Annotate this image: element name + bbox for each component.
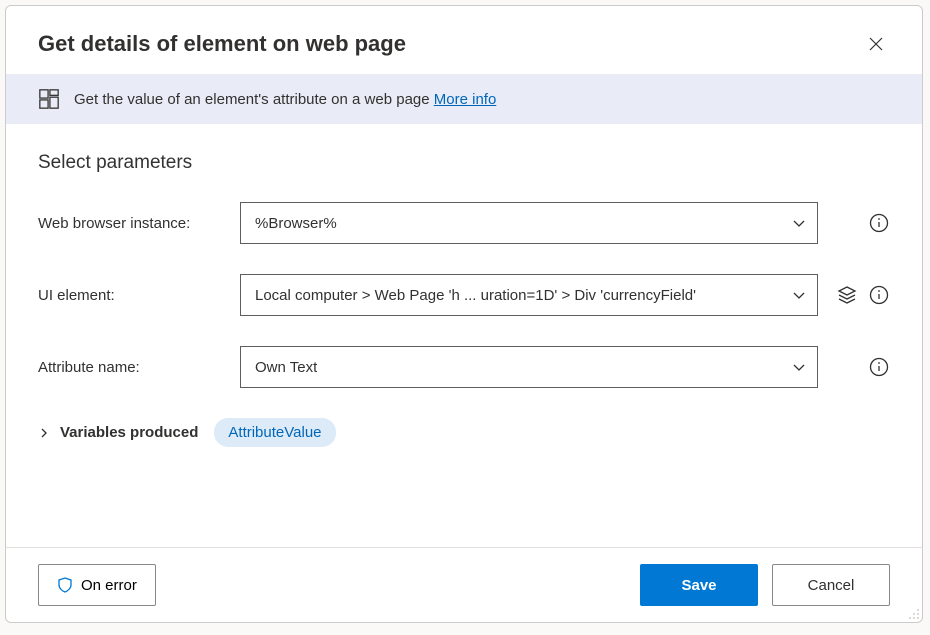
- footer-right: Save Cancel: [640, 564, 890, 606]
- web-browser-instance-info-button[interactable]: [868, 212, 890, 234]
- dialog-body: Select parameters Web browser instance: …: [6, 124, 922, 547]
- shield-icon: [57, 577, 73, 593]
- ui-element-value: Local computer > Web Page 'h ... uration…: [255, 287, 696, 304]
- variables-produced-label: Variables produced: [60, 424, 198, 441]
- chevron-down-icon: [791, 359, 807, 375]
- trail-icons: [828, 356, 890, 378]
- layers-icon: [837, 285, 857, 305]
- banner-text: Get the value of an element's attribute …: [74, 91, 496, 108]
- web-browser-instance-control-wrap: %Browser%: [240, 202, 890, 244]
- info-icon: [869, 357, 889, 377]
- close-icon: [868, 36, 884, 52]
- banner-text-content: Get the value of an element's attribute …: [74, 91, 430, 108]
- chevron-down-icon: [791, 287, 807, 303]
- web-element-icon: [38, 88, 60, 110]
- web-browser-instance-select[interactable]: %Browser%: [240, 202, 818, 244]
- attribute-name-info-button[interactable]: [868, 356, 890, 378]
- chevron-right-icon: [38, 427, 50, 439]
- more-info-link[interactable]: More info: [434, 91, 497, 108]
- on-error-button[interactable]: On error: [38, 564, 156, 606]
- dialog: Get details of element on web page Get t…: [5, 5, 923, 623]
- chevron-down-icon: [791, 215, 807, 231]
- web-browser-instance-value: %Browser%: [255, 215, 337, 232]
- variables-produced-toggle[interactable]: Variables produced: [38, 424, 198, 441]
- row-attribute-name: Attribute name: Own Text: [38, 346, 890, 388]
- attribute-name-select[interactable]: Own Text: [240, 346, 818, 388]
- resize-grip-icon[interactable]: [906, 606, 920, 620]
- ui-element-control-wrap: Local computer > Web Page 'h ... uration…: [240, 274, 890, 316]
- cancel-button[interactable]: Cancel: [772, 564, 890, 606]
- dialog-footer: On error Save Cancel: [6, 547, 922, 622]
- trail-icons: [828, 284, 890, 306]
- row-ui-element: UI element: Local computer > Web Page 'h…: [38, 274, 890, 316]
- dialog-header: Get details of element on web page: [6, 6, 922, 74]
- section-title: Select parameters: [38, 152, 890, 174]
- web-browser-instance-label: Web browser instance:: [38, 215, 228, 232]
- info-icon: [869, 213, 889, 233]
- trail-icons: [828, 212, 890, 234]
- on-error-label: On error: [81, 577, 137, 594]
- info-icon: [869, 285, 889, 305]
- attribute-name-control-wrap: Own Text: [240, 346, 890, 388]
- ui-element-select[interactable]: Local computer > Web Page 'h ... uration…: [240, 274, 818, 316]
- close-button[interactable]: [862, 30, 890, 58]
- variable-pill-attributevalue[interactable]: AttributeValue: [214, 418, 335, 447]
- attribute-name-value: Own Text: [255, 359, 317, 376]
- dialog-title: Get details of element on web page: [38, 31, 406, 57]
- attribute-name-label: Attribute name:: [38, 359, 228, 376]
- save-button[interactable]: Save: [640, 564, 758, 606]
- info-banner: Get the value of an element's attribute …: [6, 74, 922, 124]
- ui-element-picker-button[interactable]: [836, 284, 858, 306]
- variables-produced-row: Variables produced AttributeValue: [38, 418, 890, 447]
- row-web-browser-instance: Web browser instance: %Browser%: [38, 202, 890, 244]
- ui-element-info-button[interactable]: [868, 284, 890, 306]
- ui-element-label: UI element:: [38, 287, 228, 304]
